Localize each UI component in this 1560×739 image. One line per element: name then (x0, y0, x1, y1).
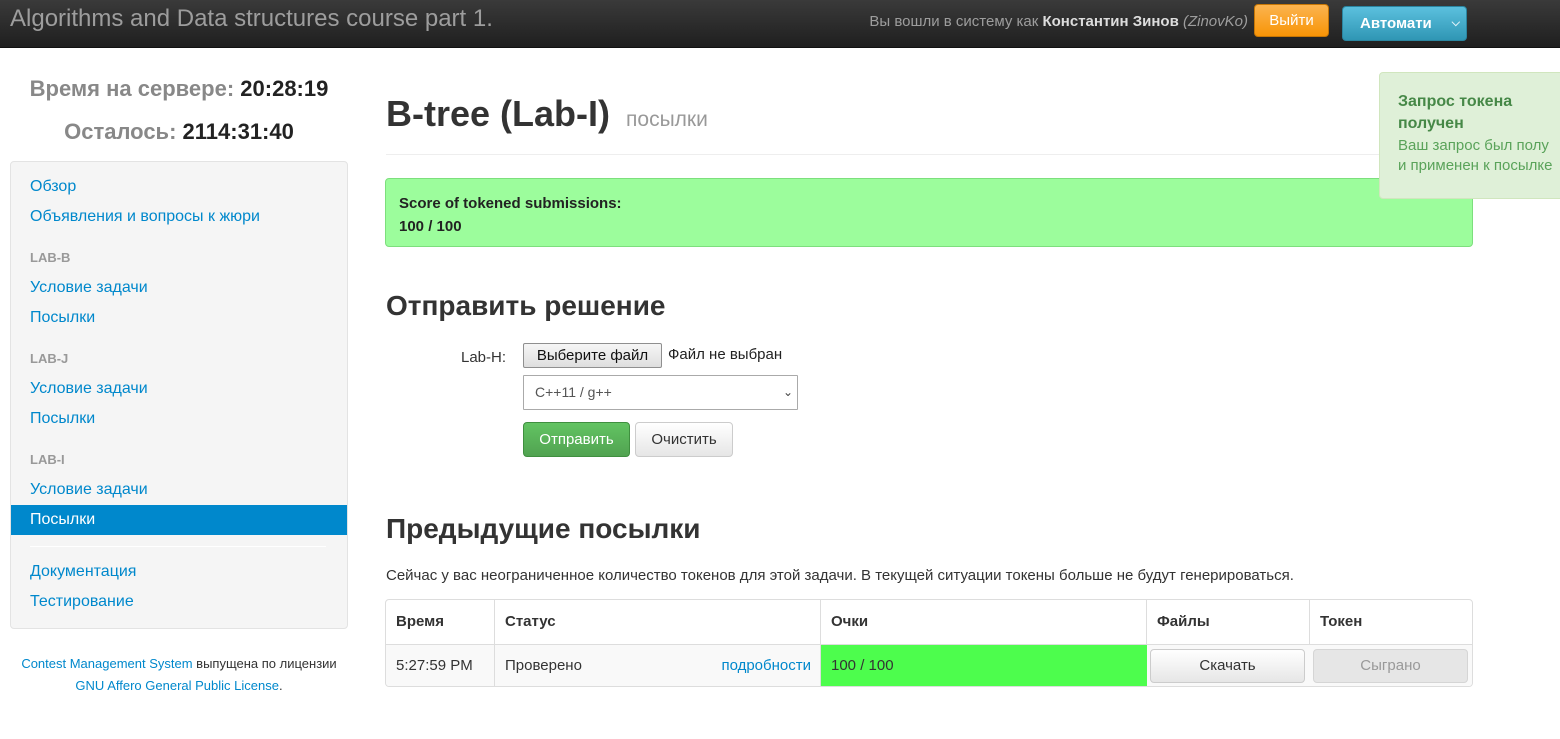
column-header-score: Очки (820, 600, 1147, 644)
sidebar-item-lab-i-submissions[interactable]: Посылки (11, 505, 347, 535)
score-value: 100 / 100 (399, 218, 462, 235)
logout-button[interactable]: Выйти (1254, 4, 1329, 37)
file-label: Lab-H: (461, 349, 507, 366)
remaining-time: Осталось: 2114:31:40 (0, 119, 358, 145)
user-login: (ZinovKo) (1182, 13, 1248, 30)
footer-license: Contest Management System выпущена по ли… (10, 653, 348, 697)
sidebar-item-lab-b-submissions[interactable]: Посылки (11, 303, 347, 333)
notification-title-line2: получен (1398, 115, 1464, 132)
notification-body-line1: Ваш запрос был полу (1398, 137, 1549, 154)
download-button[interactable]: Скачать (1150, 649, 1305, 683)
tokens-note: Сейчас у вас неограниченное количество т… (386, 567, 1294, 584)
submissions-table: Время Статус Очки Файлы Токен 5:27:59 PM… (385, 599, 1473, 687)
column-header-time: Время (396, 613, 444, 630)
token-notification[interactable]: Запрос токена получен Ваш запрос был пол… (1379, 72, 1560, 199)
login-prefix: Вы вошли в систему как (869, 13, 1039, 30)
score-label: Score of tokened submissions: (399, 195, 622, 212)
language-dropdown[interactable]: C++11 / g++ ⌄ (523, 375, 798, 410)
chevron-down-icon: ⌵ (1451, 17, 1460, 29)
column-header-files: Файлы (1146, 600, 1310, 644)
footer-text-middle: выпущена по лицензии (192, 656, 337, 671)
cms-link[interactable]: Contest Management System (21, 656, 192, 671)
server-time-label: Время на сервере: (29, 76, 235, 101)
submit-heading: Отправить решение (386, 290, 666, 321)
language-select[interactable]: Автомати ⌵ (1342, 6, 1467, 41)
brand-title[interactable]: Algorithms and Data structures course pa… (10, 5, 493, 33)
task-name: B-tree (Lab-I) (386, 93, 610, 134)
top-navbar: Algorithms and Data structures course pa… (0, 0, 1560, 48)
title-divider (386, 154, 1473, 155)
remaining-value: 2114:31:40 (182, 119, 294, 144)
page-title: B-tree (Lab-I) посылки (386, 93, 708, 135)
token-played-button[interactable]: Сыграно (1313, 649, 1468, 683)
submission-time: 5:27:59 PM (396, 657, 473, 674)
sidebar-divider (30, 546, 326, 547)
clear-button[interactable]: Очистить (635, 422, 733, 457)
submission-status: Проверено (505, 657, 582, 674)
details-link[interactable]: подробности (721, 645, 811, 686)
notification-body-line2: и применен к посылке (1398, 157, 1553, 174)
chevron-down-icon: ⌄ (782, 385, 793, 399)
sidebar-header-lab-b: LAB-B (30, 250, 71, 265)
sidebar-item-overview[interactable]: Обзор (11, 172, 347, 202)
license-link[interactable]: GNU Affero General Public License (75, 678, 279, 693)
login-status: Вы вошли в систему как Константин Зинов … (869, 13, 1248, 30)
sidebar-item-testing[interactable]: Тестирование (11, 587, 347, 617)
footer-text-end: . (278, 678, 283, 693)
server-time: Время на сервере: 20:28:19 (0, 76, 358, 102)
page-subtitle: посылки (626, 108, 708, 131)
file-status: Файл не выбран (668, 346, 783, 363)
table-row: 5:27:59 PM Проверено подробности 100 / 1… (386, 644, 1472, 686)
previous-submissions-heading: Предыдущие посылки (386, 513, 701, 544)
submit-button[interactable]: Отправить (523, 422, 630, 457)
submission-status-cell: Проверено подробности (494, 645, 821, 686)
server-time-value: 20:28:19 (240, 76, 329, 101)
column-header-token: Токен (1309, 600, 1472, 644)
sidebar-item-lab-j-statement[interactable]: Условие задачи (11, 374, 347, 404)
sidebar-nav: Обзор Объявления и вопросы к жюри LAB-B … (10, 161, 348, 629)
remaining-label: Осталось: (64, 119, 177, 144)
sidebar-header-lab-i: LAB-I (30, 452, 65, 467)
language-label: Автомати (1360, 15, 1432, 32)
choose-file-button[interactable]: Выберите файл (523, 343, 662, 368)
sidebar-header-lab-j: LAB-J (30, 351, 69, 366)
submission-score: 100 / 100 (820, 645, 1147, 686)
tokened-score-alert: Score of tokened submissions: 100 / 100 (385, 178, 1473, 247)
sidebar-item-lab-j-submissions[interactable]: Посылки (11, 404, 347, 434)
language-selected: C++11 / g++ (535, 384, 612, 400)
sidebar-item-lab-i-statement[interactable]: Условие задачи (11, 475, 347, 505)
column-header-status: Статус (494, 600, 821, 644)
sidebar-item-documentation[interactable]: Документация (11, 557, 347, 587)
sidebar-item-announcements[interactable]: Объявления и вопросы к жюри (11, 202, 347, 232)
notification-title-line1: Запрос токена (1398, 93, 1513, 110)
sidebar-item-lab-b-statement[interactable]: Условие задачи (11, 273, 347, 303)
user-full-name: Константин Зинов (1042, 13, 1179, 30)
